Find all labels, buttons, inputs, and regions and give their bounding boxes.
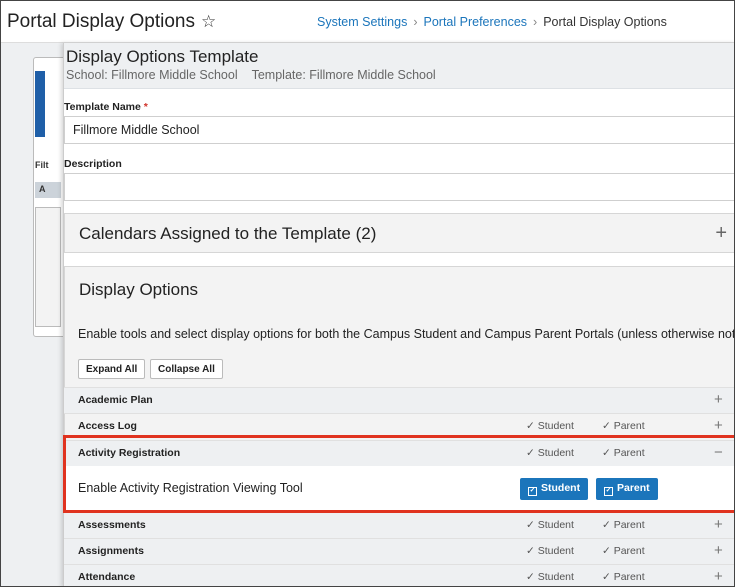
checkbox-icon: ✓ [604, 487, 613, 496]
breadcrumb-portal-preferences[interactable]: Portal Preferences [424, 15, 528, 29]
plus-icon[interactable]: + [714, 542, 723, 559]
minus-icon[interactable]: − [714, 444, 723, 461]
top-bar: Portal Display Options ☆ System Settings ›… [1, 1, 734, 43]
option-row-academic-plan[interactable]: Academic Plan + [64, 387, 734, 413]
breadcrumb: System Settings › Portal Preferences › Porta… [317, 15, 667, 29]
option-name: Activity Registration [78, 447, 181, 459]
app-window: Portal Display Options ☆ System Settings ›… [0, 0, 735, 587]
star-icon[interactable]: ☆ [201, 12, 216, 31]
background-filter-label: Filt [35, 160, 49, 170]
modal-subtitle: School: Fillmore Middle School Template: … [66, 68, 436, 82]
option-row-attendance[interactable]: Attendance ✓ Student ✓ Parent + [64, 564, 734, 586]
option-name: Access Log [78, 420, 137, 432]
template-label: Template: Fillmore Middle School [251, 68, 436, 82]
parent-check: ✓ Parent [602, 519, 645, 531]
background-tag[interactable]: A [35, 182, 61, 198]
student-check: ✓ Student [526, 571, 574, 583]
calendars-panel-title: Calendars Assigned to the Template (2) [79, 224, 377, 243]
description-input[interactable] [64, 173, 734, 201]
expand-plus-icon[interactable]: + [715, 222, 727, 245]
template-name-label: Template Name * [64, 101, 148, 113]
calendars-panel[interactable]: Calendars Assigned to the Template (2) + [64, 213, 734, 253]
modal-header: Display Options Template School: Fillmor… [64, 43, 734, 89]
display-options-description: Enable tools and select display options … [78, 327, 735, 341]
option-row-access-log[interactable]: Access Log ✓ Student ✓ Parent + [64, 413, 734, 439]
parent-check: ✓ Parent [602, 420, 645, 432]
parent-toggle-button[interactable]: ✓ Parent [596, 478, 658, 500]
display-options-title: Display Options [79, 280, 199, 299]
template-name-input[interactable]: Fillmore Middle School [64, 116, 734, 144]
parent-check: ✓ Parent [602, 571, 645, 583]
option-name: Assessments [78, 519, 146, 531]
parent-check: ✓ Parent [602, 447, 645, 459]
activity-registration-subrow: Enable Activity Registration Viewing Too… [64, 466, 734, 512]
option-row-assessments[interactable]: Assessments ✓ Student ✓ Parent + [64, 512, 734, 538]
display-options-modal: Display Options Template School: Fillmor… [63, 43, 735, 586]
option-name: Assignments [78, 545, 144, 557]
plus-icon[interactable]: + [714, 516, 723, 533]
breadcrumb-current: Portal Display Options [543, 15, 667, 29]
student-toggle-button[interactable]: ✓ Student [520, 478, 589, 500]
option-name: Academic Plan [78, 394, 153, 406]
page-title-text: Portal Display Options [7, 11, 195, 32]
student-check: ✓ Student [526, 545, 574, 557]
background-subcard [35, 207, 61, 327]
expand-all-button[interactable]: Expand All [78, 359, 146, 379]
plus-icon[interactable]: + [714, 568, 723, 585]
checkbox-icon: ✓ [528, 487, 537, 496]
chevron-right-icon: › [413, 15, 418, 29]
breadcrumb-system-settings[interactable]: System Settings [317, 15, 407, 29]
student-check: ✓ Student [526, 447, 574, 459]
option-name: Attendance [78, 571, 136, 583]
student-check: ✓ Student [526, 519, 574, 531]
parent-check: ✓ Parent [602, 545, 645, 557]
option-row-assignments[interactable]: Assignments ✓ Student ✓ Parent + [64, 538, 734, 564]
plus-icon[interactable]: + [714, 417, 723, 434]
school-label: School: Fillmore Middle School [66, 68, 238, 82]
chevron-right-icon: › [533, 15, 538, 29]
activity-viewing-tool-label: Enable Activity Registration Viewing Too… [78, 481, 303, 495]
modal-title: Display Options Template [66, 47, 259, 66]
collapse-all-button[interactable]: Collapse All [150, 359, 223, 379]
student-check: ✓ Student [526, 420, 574, 432]
description-label: Description [64, 158, 122, 170]
required-mark: * [143, 101, 148, 113]
page-title: Portal Display Options ☆ [7, 11, 216, 33]
option-row-activity-registration[interactable]: Activity Registration ✓ Student ✓ Parent… [64, 440, 734, 466]
background-accent [35, 71, 45, 137]
plus-icon[interactable]: + [714, 391, 723, 408]
